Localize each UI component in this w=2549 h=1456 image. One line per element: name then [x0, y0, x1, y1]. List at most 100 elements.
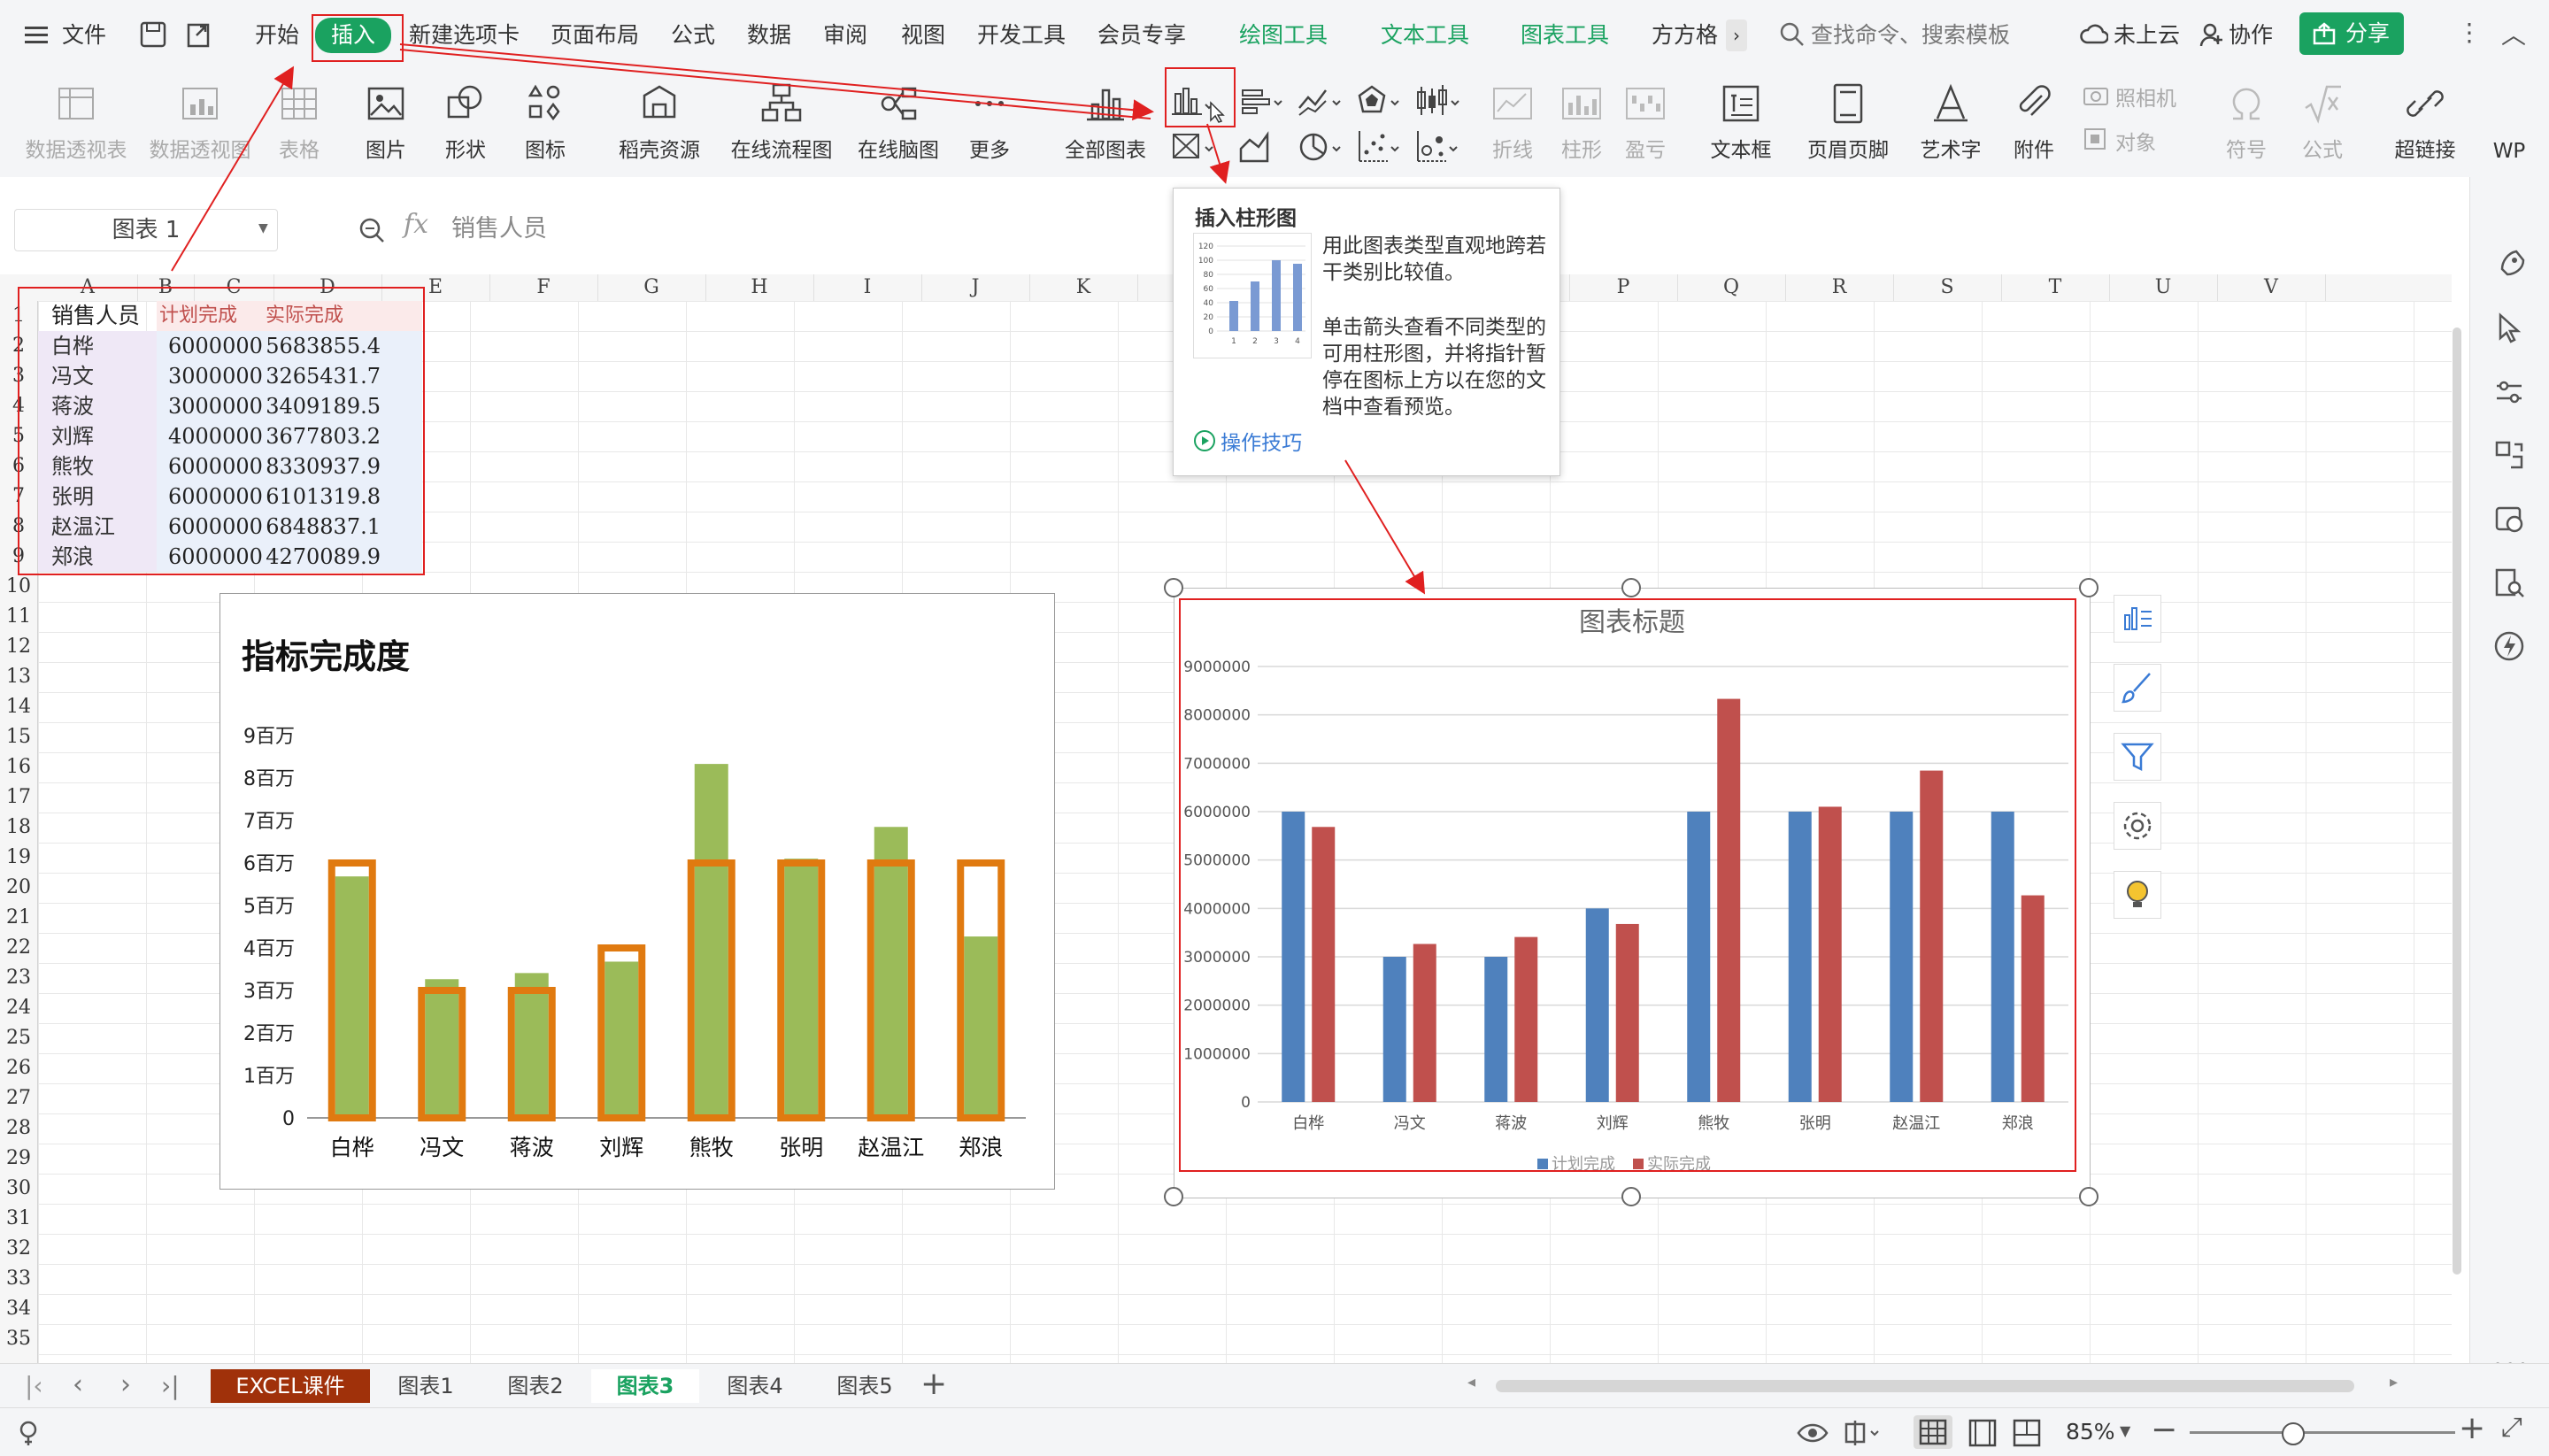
export-icon[interactable] [184, 19, 214, 50]
first-sheet-icon[interactable]: |‹ [25, 1371, 43, 1400]
sheet-tab-chart1[interactable]: 图表1 [372, 1369, 480, 1403]
column-header-R[interactable]: R [1785, 274, 1894, 301]
chart-settings-button[interactable] [2114, 802, 2161, 850]
row-header-12[interactable]: 12 [0, 632, 37, 662]
object-button[interactable]: 对象 [2082, 122, 2188, 158]
chart-tips-button[interactable] [2114, 871, 2161, 919]
row-header-29[interactable]: 29 [0, 1144, 37, 1174]
selection-handle[interactable] [1621, 578, 1641, 597]
column-header-K[interactable]: K [1029, 274, 1138, 301]
cloud-icon[interactable] [2080, 21, 2109, 48]
row-header-21[interactable]: 21 [0, 903, 37, 933]
zoom-dropdown-icon[interactable]: ▼ [2120, 1422, 2130, 1439]
more-tabs-icon[interactable]: › [1726, 19, 1747, 51]
tooltip-tips-link[interactable]: 操作技巧 [1193, 426, 1302, 456]
collab-icon[interactable] [2199, 21, 2225, 48]
tab-new[interactable]: 新建选项卡 [409, 19, 520, 51]
row-header-34[interactable]: 34 [0, 1294, 37, 1324]
icon-button[interactable]: 图标 [503, 76, 588, 172]
column-header-F[interactable]: F [489, 274, 598, 301]
shape-button[interactable]: 形状 [423, 76, 508, 172]
search-icon[interactable] [1779, 21, 1806, 48]
zoom-in-icon[interactable]: + [2459, 1410, 2485, 1446]
sheet-tab-chart4[interactable]: 图表4 [701, 1369, 809, 1403]
sheet-tab-chart2[interactable]: 图表2 [481, 1369, 589, 1403]
chart-elements-button[interactable] [2114, 595, 2161, 643]
picture-button[interactable]: 图片 [343, 76, 428, 172]
tab-view[interactable]: 视图 [901, 19, 945, 51]
kebab-icon[interactable]: ⋮ [2457, 18, 2482, 47]
column-header-G[interactable]: G [597, 274, 706, 301]
fx-label[interactable]: fx [404, 209, 428, 240]
mindmap-button[interactable]: 在线脑图 [850, 76, 947, 172]
chart-filter-button[interactable] [2114, 733, 2161, 781]
row-header-24[interactable]: 24 [0, 993, 37, 1023]
page-break-view-icon[interactable] [2009, 1417, 2045, 1449]
page-layout-view-icon[interactable] [1965, 1417, 2000, 1449]
header-footer-button[interactable]: 页眉页脚 [1802, 76, 1894, 172]
file-menu[interactable]: 文件 [62, 19, 106, 51]
insert-bubble-chart-button[interactable] [1413, 127, 1475, 170]
hyperlink-button[interactable]: 超链接 [2381, 76, 2469, 172]
share-button[interactable]: 分享 [2299, 12, 2404, 55]
sparkline-winloss-button[interactable]: 盈亏 [1607, 76, 1683, 172]
symbol-button[interactable]: 符号 [2204, 76, 2289, 172]
row-header-35[interactable]: 35 [0, 1324, 37, 1354]
sheet-tab-excel[interactable]: EXCEL课件 [211, 1369, 370, 1403]
row-header-32[interactable]: 32 [0, 1234, 37, 1264]
column-header-V[interactable]: V [2217, 274, 2326, 301]
zoom-level[interactable]: 85% [2066, 1419, 2115, 1444]
eye-protect-icon[interactable] [1795, 1419, 1830, 1447]
image-edit-icon[interactable] [2491, 501, 2527, 536]
selection-handle[interactable] [1164, 1187, 1183, 1206]
save-icon[interactable] [138, 19, 168, 50]
selection-handle[interactable] [1164, 578, 1183, 597]
name-box-dropdown-icon[interactable]: ▼ [258, 221, 268, 235]
tab-page-layout[interactable]: 页面布局 [551, 19, 639, 51]
book-search-icon[interactable] [2491, 565, 2527, 600]
search-command[interactable]: 查找命令、搜索模板 [1811, 19, 2010, 51]
scroll-left-icon[interactable]: ◂ [1467, 1373, 1475, 1391]
insert-pie-chart-button[interactable] [1296, 127, 1358, 170]
column-header-H[interactable]: H [705, 274, 814, 301]
column-header-J[interactable]: J [921, 274, 1030, 301]
transform-icon[interactable] [2491, 437, 2527, 473]
flowchart-button[interactable]: 在线流程图 [722, 76, 841, 172]
wps-button[interactable]: WP [2469, 76, 2549, 172]
table-button[interactable]: 表格 [255, 76, 343, 172]
tab-text-tools[interactable]: 文本工具 [1381, 19, 1469, 51]
collapse-ribbon-icon[interactable]: ︿ [2501, 16, 2526, 51]
tab-developer[interactable]: 开发工具 [977, 19, 1066, 51]
prev-sheet-icon[interactable]: ‹ [73, 1369, 83, 1400]
row-header-20[interactable]: 20 [0, 873, 37, 903]
name-box[interactable]: 图表 1 [14, 209, 278, 251]
cursor-icon[interactable] [2491, 310, 2527, 345]
collab-button[interactable]: 协作 [2229, 19, 2273, 51]
tab-member[interactable]: 会员专享 [1097, 19, 1186, 51]
row-header-19[interactable]: 19 [0, 843, 37, 873]
zoom-out-icon[interactable]: − [2151, 1412, 2177, 1448]
column-header-Q[interactable]: Q [1677, 274, 1786, 301]
row-header-30[interactable]: 30 [0, 1174, 37, 1204]
fullscreen-icon[interactable]: ⤢ [2501, 1412, 2522, 1443]
zoom-slider-knob[interactable] [2282, 1422, 2305, 1445]
insert-scatter-chart-button[interactable] [1354, 127, 1416, 170]
macro-icon[interactable] [18, 1419, 48, 1447]
insert-area-chart-button[interactable] [1237, 127, 1299, 170]
sparkline-line-button[interactable]: 折线 [1475, 76, 1551, 172]
tab-review[interactable]: 审阅 [823, 19, 867, 51]
camera-button[interactable]: 照相机 [2082, 78, 2188, 113]
input-method-icon[interactable] [1841, 1419, 1885, 1447]
formula-button[interactable]: 公式 [2280, 76, 2365, 172]
tab-drawing-tools[interactable]: 绘图工具 [1239, 19, 1328, 51]
sliders-icon[interactable] [2491, 374, 2527, 409]
all-charts-button[interactable]: 全部图表 [1053, 76, 1158, 172]
column-header-S[interactable]: S [1893, 274, 2002, 301]
row-header-23[interactable]: 23 [0, 963, 37, 993]
column-header-U[interactable]: U [2109, 274, 2218, 301]
insert-bar-chart-button[interactable] [1237, 81, 1299, 124]
sheet-tab-chart3[interactable]: 图表3 [591, 1369, 699, 1403]
selection-handle[interactable] [2079, 1187, 2098, 1206]
next-sheet-icon[interactable]: › [120, 1369, 131, 1400]
pivot-chart-button[interactable]: 数据透视图 [147, 76, 253, 172]
